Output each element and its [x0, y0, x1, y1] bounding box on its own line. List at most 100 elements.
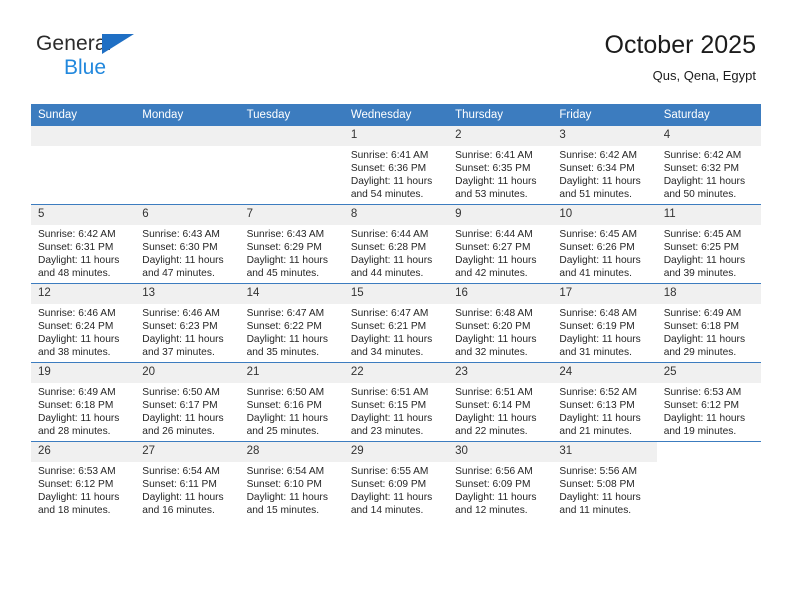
- day-details: Sunrise: 6:42 AM Sunset: 6:34 PM Daylight:…: [552, 146, 656, 201]
- sunrise-text: Sunrise: 6:54 AM: [246, 466, 325, 477]
- day-details: Sunrise: 6:46 AM Sunset: 6:24 PM Daylight:…: [31, 304, 135, 359]
- calendar-day-cell[interactable]: 21 Sunrise: 6:50 AM Sunset: 6:16 PM Dayligh…: [239, 362, 344, 442]
- sunrise-text: Sunrise: 6:53 AM: [663, 387, 742, 398]
- day-number: 10: [552, 205, 657, 225]
- calendar-day-cell[interactable]: 13 Sunrise: 6:46 AM Sunset: 6:23 PM Dayligh…: [135, 283, 240, 363]
- day-number: 3: [552, 126, 657, 146]
- day-number: 30: [448, 442, 553, 462]
- sunset-text: Sunset: 6:22 PM: [246, 321, 322, 333]
- day-number: 26: [31, 442, 136, 462]
- sunset-text: Sunset: 6:31 PM: [38, 242, 114, 254]
- calendar-day-cell[interactable]: 9 Sunrise: 6:44 AM Sunset: 6:27 PM Daylight…: [448, 204, 553, 284]
- calendar-day-cell[interactable]: 8 Sunrise: 6:44 AM Sunset: 6:28 PM Daylight…: [343, 204, 449, 284]
- calendar-day-cell[interactable]: 16 Sunrise: 6:48 AM Sunset: 6:20 PM Dayligh…: [448, 283, 553, 363]
- day-number: 12: [31, 284, 136, 304]
- day-details: Sunrise: 6:41 AM Sunset: 6:36 PM Daylight:…: [344, 146, 448, 201]
- calendar-day-cell[interactable]: 22 Sunrise: 6:51 AM Sunset: 6:15 PM Dayligh…: [343, 362, 449, 442]
- sunset-text: Sunset: 6:36 PM: [350, 163, 427, 175]
- day-details: Sunrise: 6:50 AM Sunset: 6:16 PM Daylight:…: [240, 383, 344, 438]
- sunset-text: Sunset: 6:25 PM: [663, 242, 740, 254]
- day-details: Sunrise: 6:51 AM Sunset: 6:15 PM Daylight:…: [344, 383, 448, 438]
- sunset-text: Sunset: 6:28 PM: [350, 242, 427, 254]
- calendar-day-cell[interactable]: 29 Sunrise: 6:55 AM Sunset: 6:09 PM Dayligh…: [343, 441, 449, 520]
- calendar-day-cell-empty: [135, 126, 240, 205]
- weekday-header-monday: Monday: [135, 104, 240, 126]
- daylight-text: Daylight: 11 hours and 44 minutes.: [350, 255, 433, 280]
- calendar-day-cell[interactable]: 11 Sunrise: 6:45 AM Sunset: 6:25 PM Dayligh…: [656, 204, 761, 284]
- calendar-day-cell[interactable]: 25 Sunrise: 6:53 AM Sunset: 6:12 PM Dayligh…: [656, 362, 761, 442]
- calendar-day-cell[interactable]: 19 Sunrise: 6:49 AM Sunset: 6:18 PM Dayligh…: [31, 362, 136, 442]
- day-number: 29: [343, 442, 449, 462]
- day-details: Sunrise: 6:45 AM Sunset: 6:25 PM Daylight:…: [657, 225, 761, 280]
- calendar-day-cell[interactable]: 24 Sunrise: 6:52 AM Sunset: 6:13 PM Dayligh…: [552, 362, 657, 442]
- calendar-day-cell[interactable]: 10 Sunrise: 6:45 AM Sunset: 6:26 PM Dayligh…: [552, 204, 657, 284]
- calendar-day-cell-empty: [31, 126, 136, 205]
- sunset-text: Sunset: 6:32 PM: [663, 163, 740, 175]
- calendar-day-cell[interactable]: 14 Sunrise: 6:47 AM Sunset: 6:22 PM Dayligh…: [239, 283, 344, 363]
- day-details: Sunrise: 6:43 AM Sunset: 6:29 PM Daylight:…: [240, 225, 344, 280]
- calendar-day-cell[interactable]: 27 Sunrise: 6:54 AM Sunset: 6:11 PM Dayligh…: [135, 441, 240, 520]
- day-number: 16: [448, 284, 553, 304]
- sunset-text: Sunset: 6:16 PM: [246, 400, 322, 412]
- calendar-day-cell[interactable]: 6 Sunrise: 6:43 AM Sunset: 6:30 PM Daylight…: [135, 204, 240, 284]
- sunrise-text: Sunrise: 6:42 AM: [663, 150, 742, 161]
- sunset-text: Sunset: 6:21 PM: [350, 321, 427, 333]
- daylight-text: Daylight: 11 hours and 19 minutes.: [663, 413, 746, 438]
- calendar-day-cell[interactable]: 5 Sunrise: 6:42 AM Sunset: 6:31 PM Daylight…: [31, 204, 136, 284]
- sunrise-text: Sunrise: 6:47 AM: [246, 308, 325, 319]
- sunrise-text: Sunrise: 6:49 AM: [663, 308, 742, 319]
- day-details: Sunrise: 6:42 AM Sunset: 6:32 PM Daylight:…: [657, 146, 761, 201]
- sunrise-text: Sunrise: 6:55 AM: [350, 466, 429, 477]
- calendar-day-cell[interactable]: 4 Sunrise: 6:42 AM Sunset: 6:32 PM Daylight…: [656, 126, 761, 205]
- daylight-text: Daylight: 11 hours and 47 minutes.: [142, 255, 224, 280]
- calendar-day-cell[interactable]: 28 Sunrise: 6:54 AM Sunset: 6:10 PM Dayligh…: [239, 441, 344, 520]
- calendar-day-cell[interactable]: 23 Sunrise: 6:51 AM Sunset: 6:14 PM Dayligh…: [448, 362, 553, 442]
- logo-word-general: General: [36, 32, 112, 55]
- calendar-day-cell[interactable]: 1 Sunrise: 6:41 AM Sunset: 6:36 PM Daylight…: [343, 126, 449, 205]
- daylight-text: Daylight: 11 hours and 18 minutes.: [38, 492, 120, 517]
- calendar-week-row: 26 Sunrise: 6:53 AM Sunset: 6:12 PM Dayligh…: [31, 441, 761, 520]
- sunset-text: Sunset: 6:35 PM: [455, 163, 531, 175]
- day-details: Sunrise: 6:49 AM Sunset: 6:18 PM Daylight:…: [657, 304, 761, 359]
- sunset-text: Sunset: 6:30 PM: [142, 242, 218, 254]
- sunset-text: Sunset: 6:19 PM: [559, 321, 635, 333]
- sunset-text: Sunset: 6:15 PM: [350, 400, 427, 412]
- sunrise-text: Sunrise: 6:53 AM: [38, 466, 116, 477]
- sunset-text: Sunset: 6:18 PM: [38, 400, 114, 412]
- day-number: 11: [656, 205, 761, 225]
- sunset-text: Sunset: 6:13 PM: [559, 400, 635, 412]
- weekday-header-sunday: Sunday: [31, 104, 136, 126]
- calendar-day-cell[interactable]: 18 Sunrise: 6:49 AM Sunset: 6:18 PM Dayligh…: [656, 283, 761, 363]
- day-details: Sunrise: 6:49 AM Sunset: 6:18 PM Daylight:…: [31, 383, 135, 438]
- sunset-text: Sunset: 6:12 PM: [38, 479, 114, 491]
- daylight-text: Daylight: 11 hours and 22 minutes.: [455, 413, 537, 438]
- sunrise-text: Sunrise: 6:50 AM: [246, 387, 325, 398]
- calendar-header-row: Sunday Monday Tuesday Wednesday Thursday…: [31, 104, 761, 126]
- calendar-day-cell[interactable]: 30 Sunrise: 6:56 AM Sunset: 6:09 PM Dayligh…: [448, 441, 553, 520]
- daylight-text: Daylight: 11 hours and 26 minutes.: [142, 413, 224, 438]
- calendar-page: General Blue October 2025 Qus, Qena, Egy…: [0, 0, 792, 612]
- page-title: October 2025: [604, 31, 757, 59]
- daylight-text: Daylight: 11 hours and 34 minutes.: [350, 334, 433, 359]
- calendar-day-cell[interactable]: 12 Sunrise: 6:46 AM Sunset: 6:24 PM Dayligh…: [31, 283, 136, 363]
- sunrise-text: Sunrise: 6:44 AM: [455, 229, 533, 240]
- calendar-week-row: 19 Sunrise: 6:49 AM Sunset: 6:18 PM Dayligh…: [31, 362, 761, 442]
- calendar-day-cell[interactable]: 17 Sunrise: 6:48 AM Sunset: 6:19 PM Dayligh…: [552, 283, 657, 363]
- calendar-day-cell[interactable]: 2 Sunrise: 6:41 AM Sunset: 6:35 PM Daylight…: [448, 126, 553, 205]
- sunrise-text: Sunrise: 6:52 AM: [559, 387, 637, 398]
- day-number: 6: [135, 205, 240, 225]
- title-block: October 2025 Qus, Qena, Egypt: [605, 30, 757, 85]
- calendar-day-cell[interactable]: 20 Sunrise: 6:50 AM Sunset: 6:17 PM Dayligh…: [135, 362, 240, 442]
- calendar-day-cell[interactable]: 31 Sunrise: 5:56 AM Sunset: 5:08 PM Dayligh…: [552, 441, 657, 520]
- day-number: 9: [448, 205, 553, 225]
- day-details: Sunrise: 6:48 AM Sunset: 6:20 PM Daylight:…: [448, 304, 552, 359]
- sunrise-text: Sunrise: 6:41 AM: [455, 150, 533, 161]
- calendar-day-cell[interactable]: 7 Sunrise: 6:43 AM Sunset: 6:29 PM Daylight…: [239, 204, 344, 284]
- calendar-week-row: 1 Sunrise: 6:41 AM Sunset: 6:36 PM Daylight…: [31, 126, 761, 205]
- weekday-header-thursday: Thursday: [448, 104, 553, 126]
- calendar-day-cell[interactable]: 15 Sunrise: 6:47 AM Sunset: 6:21 PM Dayligh…: [343, 283, 449, 363]
- calendar-day-cell[interactable]: 26 Sunrise: 6:53 AM Sunset: 6:12 PM Dayligh…: [31, 441, 136, 520]
- day-number: 2: [448, 126, 553, 146]
- calendar-day-cell[interactable]: 3 Sunrise: 6:42 AM Sunset: 6:34 PM Daylight…: [552, 126, 657, 205]
- daylight-text: Daylight: 11 hours and 25 minutes.: [246, 413, 328, 438]
